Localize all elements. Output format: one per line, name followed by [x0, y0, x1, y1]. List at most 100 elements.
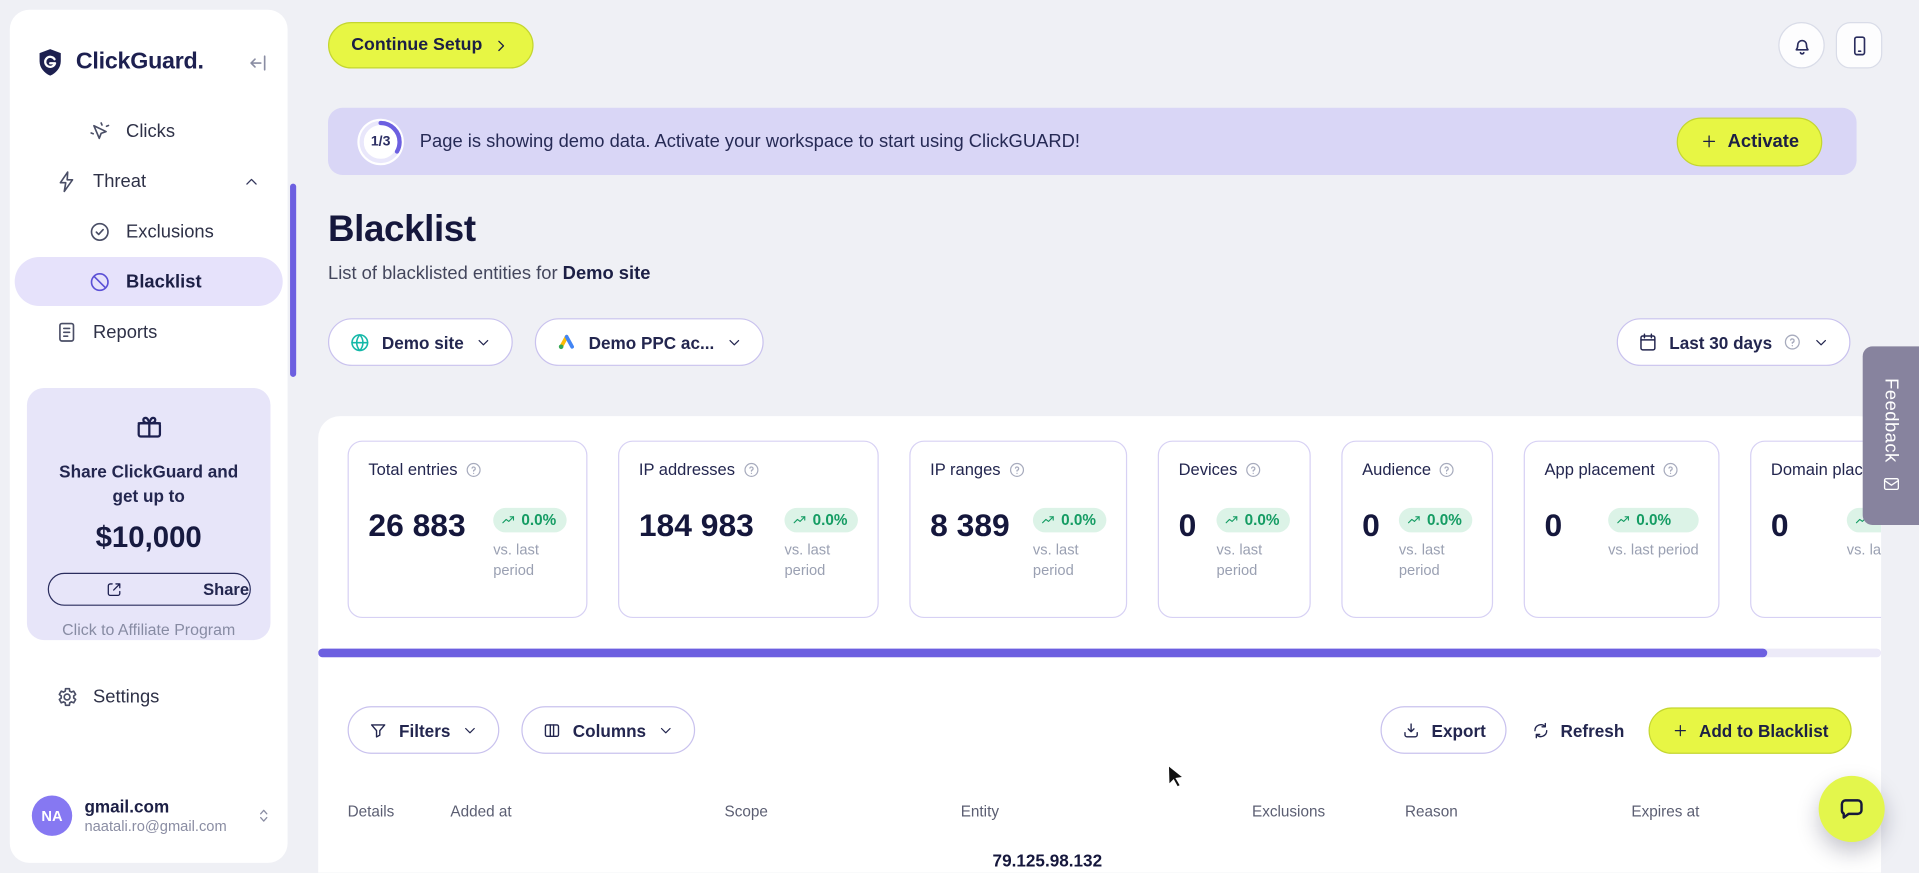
column-header[interactable]: Added at [450, 803, 724, 820]
column-header[interactable]: Details [348, 803, 451, 820]
sidebar-item-threat[interactable]: Threat [10, 157, 288, 206]
stat-card-ip-addresses[interactable]: IP addresses 184 983 0.0% vs. last perio… [618, 440, 879, 619]
filters-button[interactable]: Filters [347, 706, 500, 754]
stat-card-audience[interactable]: Audience 0 0.0% vs. last period [1341, 440, 1494, 619]
promo-amount: $10,000 [95, 520, 202, 554]
sidebar-item-exclusions[interactable]: Exclusions [10, 207, 288, 256]
date-range-picker[interactable]: Last 30 days [1616, 318, 1851, 366]
column-header[interactable]: Exclusions [1252, 803, 1405, 820]
continue-setup-label: Continue Setup [351, 35, 483, 56]
refresh-label: Refresh [1560, 720, 1625, 740]
column-header[interactable]: Reason [1405, 803, 1631, 820]
chat-widget-button[interactable] [1818, 775, 1885, 843]
device-button[interactable] [1835, 22, 1883, 69]
globe-icon [349, 331, 371, 353]
envelope-icon [1882, 475, 1900, 493]
delta-badge: 0.0% [493, 507, 567, 533]
subtitle-site-name: Demo site [562, 263, 651, 284]
refresh-icon [1531, 720, 1551, 740]
cursor-click-icon [88, 119, 111, 142]
notifications-button[interactable] [1778, 22, 1825, 69]
ppc-account-picker[interactable]: Demo PPC ac... [534, 318, 764, 366]
topbar-icons [1778, 22, 1883, 69]
stat-card-app-placement[interactable]: App placement 0 0.0% vs. last period [1523, 440, 1720, 619]
columns-icon [542, 720, 562, 740]
share-button[interactable]: Share [47, 572, 251, 606]
stats-row: Total entries 26 883 0.0% vs. last perio… [347, 440, 1882, 619]
help-icon [1783, 333, 1801, 351]
export-download-icon [1401, 720, 1421, 740]
stat-card-total-entries[interactable]: Total entries 26 883 0.0% vs. last perio… [347, 440, 588, 619]
sidebar-item-reports[interactable]: Reports [10, 307, 288, 356]
help-icon [1008, 461, 1025, 478]
stat-label: Domain placement [1770, 460, 1869, 479]
stat-card-devices[interactable]: Devices 0 0.0% vs. last period [1157, 440, 1311, 619]
stats-scrollbar-track [318, 648, 1882, 658]
stats-scrollbar-thumb[interactable] [318, 648, 1768, 658]
feedback-tab[interactable]: Feedback [1862, 346, 1919, 526]
columns-button[interactable]: Columns [521, 706, 696, 754]
refresh-button[interactable]: Refresh [1531, 720, 1624, 740]
activate-button[interactable]: Activate [1676, 116, 1823, 166]
sidebar-item-label: Reports [93, 321, 158, 343]
delta-badge: 0.0% [784, 507, 858, 533]
promo-text: Share ClickGuard and get up to [59, 461, 239, 506]
demo-data-banner: 1/3 Page is showing demo data. Activate … [327, 107, 1857, 176]
share-button-label: Share [203, 579, 250, 598]
sidebar-item-clicks[interactable]: Clicks [10, 106, 288, 155]
stat-card-domain-placement[interactable]: Domain placement 0 0.0% vs. last period [1750, 440, 1882, 619]
column-header[interactable]: Entity [961, 803, 1252, 820]
sidebar-item-blacklist[interactable]: Blacklist [14, 257, 283, 306]
site-picker[interactable]: Demo site [327, 318, 513, 366]
report-icon [55, 320, 78, 343]
sidebar-item-settings[interactable]: Settings [10, 672, 288, 721]
sidebar-item-label: Threat [93, 170, 147, 192]
chevron-down-icon [1813, 333, 1830, 350]
column-header[interactable]: Scope [725, 803, 961, 820]
table-row[interactable]: 79.125.98.132 [318, 851, 1881, 871]
stat-compare: vs. last period [1846, 540, 1882, 559]
cell-reason [1405, 851, 1631, 871]
topbar: Continue Setup [327, 22, 1883, 69]
stat-card-ip-ranges[interactable]: IP ranges 8 389 0.0% vs. last period [909, 440, 1128, 619]
help-icon [742, 461, 759, 478]
cell-expires-at [1631, 851, 1851, 871]
lightning-icon [55, 170, 78, 193]
stat-value: 26 883 [368, 506, 466, 544]
export-button[interactable]: Export [1380, 706, 1507, 754]
setup-progress-ring: 1/3 [357, 118, 404, 165]
page-subtitle: List of blacklisted entities for Demo si… [327, 263, 651, 284]
sidebar-item-label: Clicks [126, 120, 176, 142]
gear-icon [55, 685, 78, 708]
banner-message: Page is showing demo data. Activate your… [419, 130, 1080, 152]
trend-up-icon [1406, 512, 1422, 528]
content-panel: Total entries 26 883 0.0% vs. last perio… [318, 416, 1882, 873]
delta-badge: 0.0% [1032, 507, 1107, 533]
continue-setup-button[interactable]: Continue Setup [327, 22, 534, 69]
activate-label: Activate [1727, 130, 1800, 152]
user-menu[interactable]: NA gmail.com naatali.ro@gmail.com [31, 795, 273, 836]
affiliate-link[interactable]: Click to Affiliate Program [39, 620, 258, 638]
add-to-blacklist-label: Add to Blacklist [1698, 720, 1829, 740]
sidebar-item-label: Exclusions [126, 220, 214, 242]
sidebar-collapse-icon[interactable] [247, 51, 270, 74]
add-to-blacklist-button[interactable]: Add to Blacklist [1648, 706, 1852, 754]
chevron-down-icon [657, 721, 674, 738]
sidebar-nav: Clicks Threat Exclusions Blacklist Repor… [10, 106, 288, 356]
cell-added-at [450, 851, 724, 871]
setup-progress-label: 1/3 [370, 134, 391, 149]
picker-row: Demo site Demo PPC ac... Last 30 days [327, 318, 1857, 366]
stat-value: 0 [1770, 506, 1789, 544]
table-header-row: Details Added at Scope Entity Exclusions… [318, 803, 1881, 820]
stat-compare: vs. last period [1608, 540, 1699, 559]
cell-entity: 79.125.98.132 [992, 850, 1103, 871]
stat-compare: vs. last period [1216, 540, 1263, 579]
feedback-label: Feedback [1880, 378, 1902, 463]
table-toolbar: Filters Columns Export Refresh Add to Bl… [347, 706, 1852, 754]
selector-updown-icon [255, 807, 273, 825]
help-icon [465, 461, 482, 478]
stat-label: IP ranges [930, 460, 1001, 479]
sidebar-scrollbar-thumb[interactable] [290, 183, 297, 377]
chevron-up-icon [242, 172, 260, 190]
affiliate-promo-card: Share ClickGuard and get up to $10,000 S… [26, 387, 271, 641]
